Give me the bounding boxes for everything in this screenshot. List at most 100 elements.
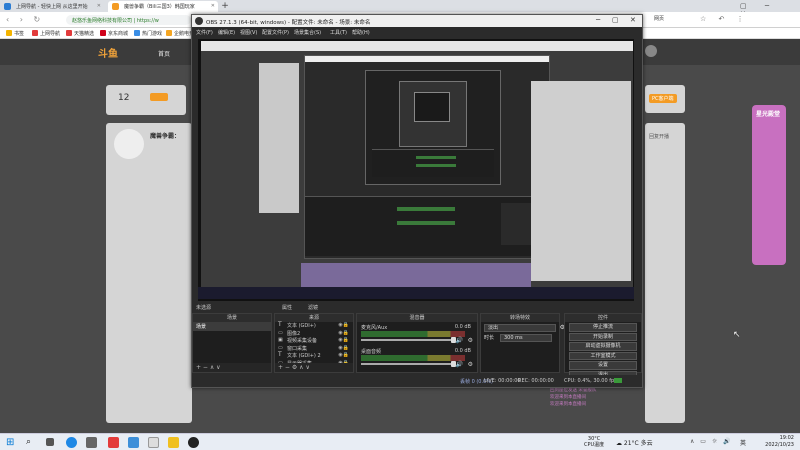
- close-button[interactable]: ✕: [630, 16, 636, 24]
- scenes-dock: 场景 场景 + − ∧ ∨: [192, 313, 272, 373]
- transition-select[interactable]: 淡出 ⚙: [484, 324, 565, 332]
- source-dock-buttons[interactable]: + − ⚙ ∧ ∨: [275, 363, 353, 372]
- bookmark-item[interactable]: 书签: [6, 30, 24, 37]
- properties-button[interactable]: 属性: [282, 304, 292, 311]
- avatar[interactable]: [645, 45, 657, 57]
- file-explorer-icon[interactable]: [86, 437, 97, 448]
- menu-tools[interactable]: 工具(T): [330, 29, 347, 36]
- new-tab-button[interactable]: +: [220, 1, 230, 11]
- chat-lines: 回到座位发送 荣誉舰队 欢迎来到本直播间 欢迎来到本直播间: [550, 388, 597, 407]
- menu-help[interactable]: 帮助(H): [352, 29, 370, 36]
- volume-meter: [361, 331, 465, 337]
- app-icon-red[interactable]: [108, 437, 119, 448]
- gear-icon[interactable]: ⚙: [468, 337, 473, 344]
- controls-dock: 控件 停止推流 开始录制 启动虚拟摄像机 工作室模式 设置 退出: [564, 313, 642, 379]
- image-icon: ▭: [278, 329, 283, 336]
- sources-dock: 来源 T 文本 (GDI+) ◉🔒 ▭ 图像2 ◉🔒 ▣ 视频采集设备 ◉🔒 ▭ 窗口采集 ◉🔒…: [274, 313, 354, 373]
- start-recording-button[interactable]: 开始录制: [569, 332, 637, 341]
- nested-obs-preview: [365, 70, 501, 185]
- menu-view[interactable]: 视图(V): [240, 29, 257, 36]
- tray-icons[interactable]: ∧ ▭ ☼ 🔊: [690, 438, 733, 445]
- obs-title-bar: OBS 27.1.3 (64-bit, windows) - 配置文件: 未命名…: [192, 15, 642, 27]
- speaker-icon[interactable]: 🔊: [456, 337, 463, 344]
- sources-title: 来源: [275, 314, 353, 322]
- obs-preview[interactable]: [198, 39, 634, 301]
- bookmark-item[interactable]: 上网导航: [32, 30, 60, 37]
- obs-menu-bar: 文件(F) 编辑(E) 视图(V) 配置文件(P) 场景集合(S) 工具(T) …: [192, 27, 642, 38]
- ime-indicator[interactable]: 英: [740, 438, 746, 447]
- chat-panel: 回复开播: [645, 123, 685, 423]
- nested-gift-bar: [301, 263, 531, 287]
- obs-app-icon[interactable]: [188, 437, 199, 448]
- maximize-button[interactable]: ▢: [612, 16, 619, 24]
- eye-icon[interactable]: ◉🔒: [338, 337, 349, 343]
- start-virtual-camera-button[interactable]: 启动虚拟摄像机: [569, 342, 637, 351]
- promo-banner[interactable]: 星光殿堂: [752, 105, 786, 265]
- scenes-title: 场景: [193, 314, 271, 322]
- edge-icon[interactable]: [66, 437, 77, 448]
- volume-slider[interactable]: [361, 361, 456, 367]
- url-input[interactable]: 赵悠乐鱼网络科技有限公司 | https://w: [66, 15, 191, 25]
- source-item[interactable]: ▭ 窗口采集 ◉🔒: [275, 345, 353, 353]
- gear-icon[interactable]: ⚙: [468, 361, 473, 368]
- minimize-button[interactable]: ─: [596, 16, 600, 24]
- tab-stream[interactable]: 魔兽争霸（Bili三国3）韩国玩家 ✕: [108, 1, 218, 12]
- streamer-avatar: [114, 129, 144, 159]
- stop-streaming-button[interactable]: 停止推流: [569, 323, 637, 332]
- nested-capture: [201, 41, 633, 297]
- douyu-app-icon[interactable]: [168, 437, 179, 448]
- nested-obs-preview-2: [399, 81, 467, 147]
- filters-button[interactable]: 滤镜: [308, 304, 318, 311]
- tab-navigation[interactable]: 上网导航 - 轻快上网 从这里开始 ✕: [0, 1, 104, 12]
- site-logo[interactable]: 斗鱼: [98, 45, 118, 60]
- menu-file[interactable]: 文件(F): [196, 29, 213, 36]
- search-icon[interactable]: ⌕: [26, 437, 37, 448]
- rank-card: 12: [106, 85, 186, 115]
- duration-row: 时长 300 ms: [484, 334, 556, 342]
- task-view-icon[interactable]: [46, 438, 54, 446]
- scene-item[interactable]: 场景: [193, 322, 271, 331]
- menu-scene-collection[interactable]: 场景集合(S): [294, 29, 321, 36]
- obs-icon: [195, 17, 203, 25]
- source-item[interactable]: T 文本 (GDI+) 2 ◉🔒: [275, 351, 353, 360]
- menu-edit[interactable]: 编辑(E): [218, 29, 235, 36]
- windows-start-icon[interactable]: ⊞: [6, 437, 17, 448]
- eye-icon[interactable]: ◉🔒: [338, 345, 349, 351]
- bookmark-item[interactable]: 热门游戏: [134, 30, 162, 37]
- volume-slider[interactable]: [361, 337, 456, 343]
- camera-icon: ▣: [278, 337, 283, 343]
- weather-widget[interactable]: ☁ 21°C 多云: [616, 438, 653, 447]
- controls-title: 控件: [565, 314, 641, 322]
- obs-status-bar: 丢帧 0 (0.0%) LIVE: 00:00:00 REC: 00:00:00…: [192, 375, 642, 387]
- duration-input[interactable]: 300 ms: [500, 334, 552, 342]
- speaker-icon[interactable]: 🔊: [456, 361, 463, 368]
- settings-button[interactable]: 设置: [569, 361, 637, 370]
- nav-home[interactable]: 首页: [158, 49, 170, 58]
- menu-profile[interactable]: 配置文件(P): [262, 29, 289, 36]
- nested-chat: [531, 81, 631, 281]
- source-item[interactable]: ▣ 视频采集设备 ◉🔒: [275, 337, 353, 345]
- cpu-temp-widget[interactable]: 30°C CPU温度: [584, 436, 604, 448]
- close-icon[interactable]: ✕: [97, 3, 101, 9]
- bookmark-item[interactable]: 企鹅电竞: [166, 30, 194, 37]
- bookmark-item[interactable]: 京东商城: [100, 30, 128, 37]
- eye-icon[interactable]: ◉🔒: [338, 330, 349, 336]
- source-item[interactable]: ▭ 图像2 ◉🔒: [275, 330, 353, 338]
- eye-icon[interactable]: ◉🔒: [338, 352, 349, 358]
- nested-card: [259, 63, 299, 213]
- nav-arrows-icon[interactable]: ‹ › ↻: [6, 15, 44, 24]
- mixer-title: 混音器: [357, 314, 477, 322]
- browser-app-icon[interactable]: [128, 437, 139, 448]
- stream-health-indicator: [614, 378, 622, 383]
- close-icon[interactable]: ✕: [211, 3, 215, 9]
- bookmark-item[interactable]: 天猫精选: [66, 30, 94, 37]
- eye-icon[interactable]: ◉🔒: [338, 322, 349, 328]
- toolbar-icons[interactable]: ☆ ↶ ⋮: [700, 15, 749, 23]
- windows-taskbar: ⊞ ⌕ 30°C CPU温度 ☁ 21°C 多云 ∧ ▭ ☼ 🔊 英 19:02…: [0, 433, 800, 450]
- source-item[interactable]: T 文本 (GDI+) ◉🔒: [275, 321, 353, 330]
- scene-dock-buttons[interactable]: + − ∧ ∨: [193, 363, 271, 372]
- clock[interactable]: 19:02 2022/10/23: [765, 435, 794, 449]
- document-app-icon[interactable]: [148, 437, 159, 448]
- audio-mixer-dock: 混音器 麦克风/Aux 0.0 dB 🔊 ⚙ 桌面音频 0.0 dB 🔊 ⚙: [356, 313, 478, 373]
- studio-mode-button[interactable]: 工作室模式: [569, 351, 637, 360]
